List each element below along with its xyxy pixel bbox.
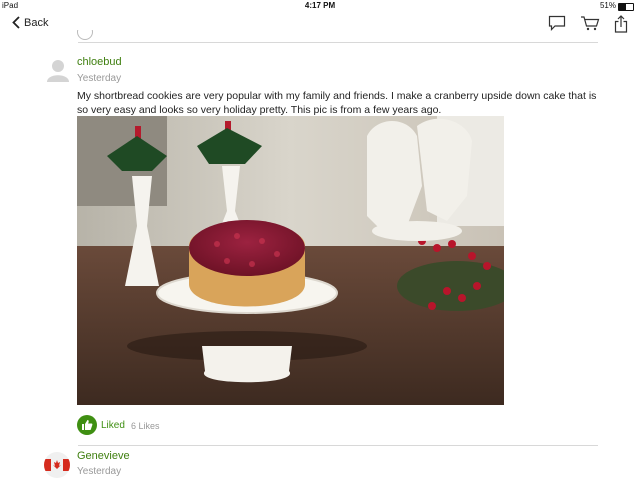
battery-icon	[618, 3, 634, 11]
post-photo[interactable]	[77, 116, 504, 405]
avatar[interactable]	[46, 58, 70, 82]
post-time: Yesterday	[77, 73, 122, 84]
status-bar: iPad 4:17 PM 51%	[0, 0, 640, 12]
nav-bar: Back	[0, 12, 640, 42]
comment-icon[interactable]	[548, 15, 566, 31]
divider	[78, 445, 598, 446]
divider	[78, 42, 598, 43]
chevron-left-icon	[12, 16, 20, 29]
cart-icon[interactable]	[580, 15, 600, 31]
like-button[interactable]	[77, 415, 97, 435]
back-button[interactable]: Back	[12, 16, 48, 29]
liked-label[interactable]: Liked	[101, 420, 125, 431]
post-time: Yesterday	[77, 466, 122, 477]
post-author[interactable]: Genevieve	[77, 450, 130, 462]
status-time: 4:17 PM	[304, 1, 336, 10]
canada-flag-icon	[44, 452, 70, 478]
like-count[interactable]: 6 Likes	[131, 421, 160, 431]
previous-avatar	[77, 30, 93, 42]
battery-percent: 51%	[599, 1, 616, 10]
back-label: Back	[24, 16, 49, 29]
post-author[interactable]: chloebud	[77, 56, 122, 68]
thumbs-up-icon	[82, 420, 93, 430]
share-icon[interactable]	[614, 15, 628, 33]
avatar[interactable]	[44, 452, 70, 478]
post-text: My shortbread cookies are very popular w…	[77, 90, 597, 116]
